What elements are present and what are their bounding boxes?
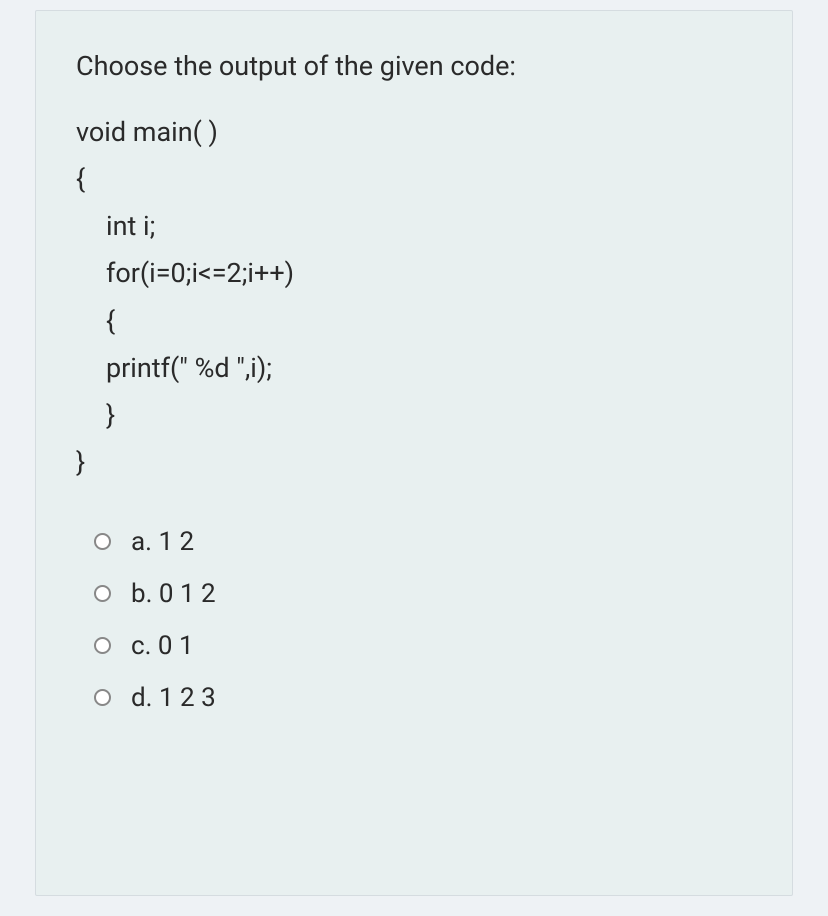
code-line: {	[76, 298, 752, 345]
option-d[interactable]: d. 1 2 3	[94, 683, 752, 713]
option-label: b. 0 1 2	[131, 579, 216, 609]
radio-icon	[94, 585, 111, 602]
options-list: a. 1 2 b. 0 1 2 c. 0 1 d. 1 2 3	[76, 527, 752, 713]
option-b[interactable]: b. 0 1 2	[94, 579, 752, 609]
radio-icon	[94, 533, 111, 550]
radio-icon	[94, 689, 111, 706]
option-label: c. 0 1	[131, 631, 194, 661]
code-line: }	[76, 439, 752, 486]
option-label: d. 1 2 3	[131, 683, 216, 713]
code-block: void main( ) { int i; for(i=0;i<=2;i++) …	[76, 109, 752, 487]
code-line: for(i=0;i<=2;i++)	[76, 250, 752, 297]
option-c[interactable]: c. 0 1	[94, 631, 752, 661]
question-card: Choose the output of the given code: voi…	[35, 10, 793, 896]
code-line: printf(" %d ",i);	[76, 345, 752, 392]
option-a[interactable]: a. 1 2	[94, 527, 752, 557]
code-line: int i;	[76, 203, 752, 250]
code-line: void main( )	[76, 109, 752, 156]
code-line: }	[76, 392, 752, 439]
radio-icon	[94, 637, 111, 654]
option-label: a. 1 2	[131, 527, 194, 557]
code-line: {	[76, 156, 752, 203]
question-prompt: Choose the output of the given code:	[76, 46, 752, 87]
